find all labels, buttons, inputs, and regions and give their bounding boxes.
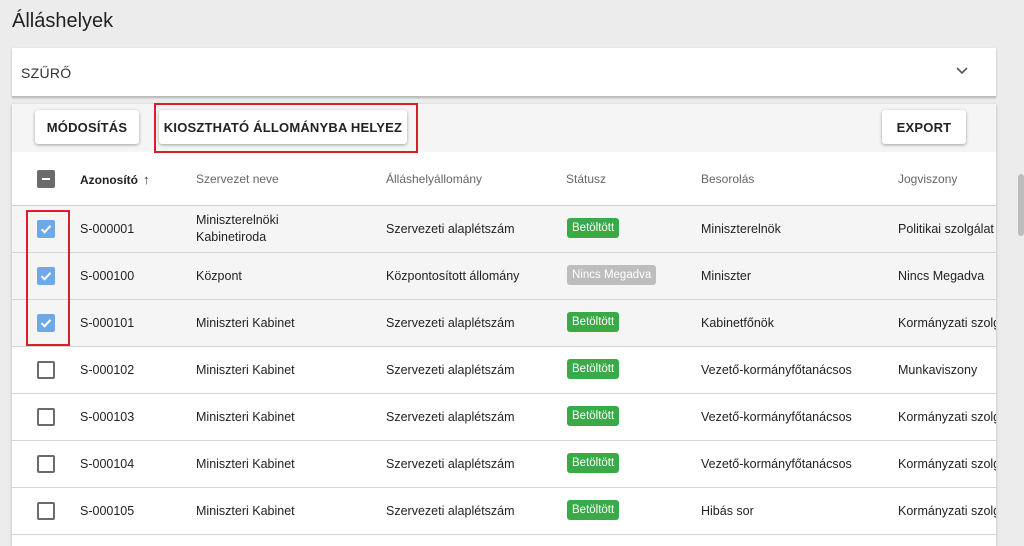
cell-grade: Miniszterelnök: [701, 222, 781, 236]
table-body: S-000001 Miniszterelnöki Kabinetiroda Szer…: [12, 206, 996, 535]
cell-relation: Kormányzati szolg: [898, 504, 996, 518]
cell-org: Miniszteri Kabinet: [196, 316, 295, 330]
row-checkbox[interactable]: [37, 408, 55, 426]
cell-pool: Szervezeti alaplétszám: [386, 363, 515, 377]
cell-relation: Politikai szolgálat: [898, 222, 994, 236]
cell-id: S-000100: [80, 269, 135, 283]
scrollbar[interactable]: [1018, 174, 1024, 236]
column-header-status[interactable]: Státusz: [566, 172, 606, 186]
cell-id: S-000102: [80, 363, 135, 377]
cell-grade: Hibás sor: [701, 504, 754, 518]
cell-org: Miniszteri Kabinet: [196, 410, 295, 424]
cell-relation: Kormányzati szolg: [898, 410, 996, 424]
filter-label: SZŰRŐ: [21, 65, 72, 81]
cell-id: S-000001: [80, 222, 135, 236]
status-badge: Nincs Megadva: [567, 265, 657, 285]
row-checkbox[interactable]: [37, 502, 55, 520]
cell-grade: Vezető-kormányfőtanácsos: [701, 363, 852, 377]
cell-relation: Munkaviszony: [898, 363, 978, 377]
cell-relation: Nincs Megadva: [898, 269, 985, 283]
status-badge: Betöltött: [567, 453, 620, 473]
export-button[interactable]: EXPORT: [882, 110, 966, 144]
cell-grade: Kabinetfőnök: [701, 316, 774, 330]
cell-grade: Vezető-kormányfőtanácsos: [701, 410, 852, 424]
checkmark-icon: [40, 319, 52, 328]
status-badge: Betöltött: [567, 406, 620, 426]
cell-grade: Miniszter: [701, 269, 752, 283]
checkmark-icon: [40, 272, 52, 281]
table-row[interactable]: S-000103 Miniszteri Kabinet Szervezeti ala…: [12, 394, 996, 441]
cell-org: Miniszterelnöki Kabinetiroda: [196, 213, 279, 244]
row-checkbox[interactable]: [37, 314, 55, 332]
checkmark-icon: [40, 225, 52, 234]
cell-id: S-000104: [80, 457, 135, 471]
table-row[interactable]: S-000104 Miniszteri Kabinet Szervezeti ala…: [12, 441, 996, 488]
cell-org: Miniszteri Kabinet: [196, 457, 295, 471]
table-row[interactable]: S-000100 Központ Központosított állomány Ni…: [12, 253, 996, 300]
table-row[interactable]: S-000102 Miniszteri Kabinet Szervezeti ala…: [12, 347, 996, 394]
cell-pool: Szervezeti alaplétszám: [386, 410, 515, 424]
cell-org: Miniszteri Kabinet: [196, 363, 295, 377]
cell-grade: Vezető-kormányfőtanácsos: [701, 457, 852, 471]
modify-button[interactable]: MÓDOSÍTÁS: [35, 110, 139, 144]
table-header-row: Azonosító ↑ Szervezet neve Álláshelyállom…: [12, 152, 996, 206]
cell-relation: Kormányzati szolg: [898, 457, 996, 471]
cell-relation: Kormányzati szolg: [898, 316, 996, 330]
cell-pool: Központosított állomány: [386, 269, 520, 283]
cell-org: Központ: [196, 269, 242, 283]
table-row[interactable]: S-000001 Miniszterelnöki Kabinetiroda Szer…: [12, 206, 996, 253]
row-checkbox[interactable]: [37, 220, 55, 238]
status-badge: Betöltött: [567, 359, 620, 379]
cell-id: S-000105: [80, 504, 135, 518]
status-badge: Betöltött: [567, 218, 620, 238]
status-badge: Betöltött: [567, 312, 620, 332]
page-title: Álláshelyek: [12, 10, 114, 32]
cell-org: Miniszteri Kabinet: [196, 504, 295, 518]
cell-id: S-000101: [80, 316, 135, 330]
cell-id: S-000103: [80, 410, 135, 424]
filter-panel[interactable]: SZŰRŐ: [12, 48, 996, 97]
status-badge: Betöltött: [567, 500, 620, 520]
column-header-grade[interactable]: Besorolás: [701, 172, 754, 186]
column-header-id[interactable]: Azonosító ↑: [80, 172, 150, 187]
table-row[interactable]: S-000105 Miniszteri Kabinet Szervezeti ala…: [12, 488, 996, 535]
minus-icon: [42, 178, 50, 180]
select-all-checkbox[interactable]: [37, 170, 55, 188]
table-row[interactable]: S-000101 Miniszteri Kabinet Szervezeti ala…: [12, 300, 996, 347]
arrow-up-icon[interactable]: ↑: [143, 172, 150, 187]
chevron-down-icon[interactable]: [954, 62, 970, 78]
cell-pool: Szervezeti alaplétszám: [386, 222, 515, 236]
row-checkbox[interactable]: [37, 267, 55, 285]
assign-to-pool-button[interactable]: KIOSZTHATÓ ÁLLOMÁNYBA HELYEZ: [159, 110, 407, 144]
column-header-relation[interactable]: Jogviszony: [898, 172, 957, 186]
row-checkbox[interactable]: [37, 455, 55, 473]
cell-pool: Szervezeti alaplétszám: [386, 316, 515, 330]
column-header-org[interactable]: Szervezet neve: [196, 172, 279, 186]
table-toolbar: MÓDOSÍTÁS KIOSZTHATÓ ÁLLOMÁNYBA HELYEZ E…: [12, 104, 996, 152]
cell-pool: Szervezeti alaplétszám: [386, 457, 515, 471]
column-header-id-label: Azonosító: [80, 173, 138, 187]
cell-pool: Szervezeti alaplétszám: [386, 504, 515, 518]
row-checkbox[interactable]: [37, 361, 55, 379]
positions-table-card: MÓDOSÍTÁS KIOSZTHATÓ ÁLLOMÁNYBA HELYEZ E…: [12, 104, 996, 546]
column-header-pool[interactable]: Álláshelyállomány: [386, 172, 482, 186]
